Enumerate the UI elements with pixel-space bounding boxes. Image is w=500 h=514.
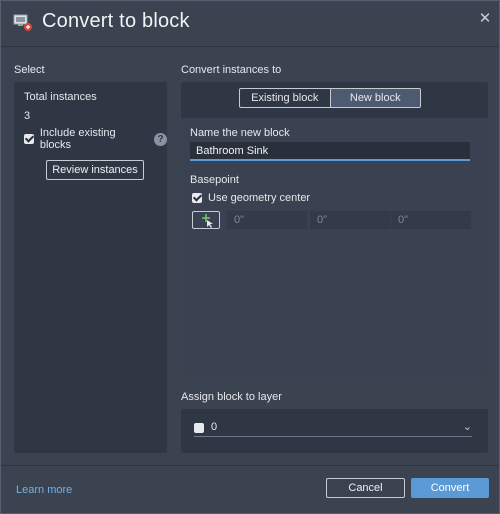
convert-button[interactable]: Convert — [411, 478, 489, 498]
new-block-settings: Name the new block Bathroom Sink Basepoi… — [181, 118, 488, 374]
convert-panel: Existing block New block Name the new bl… — [181, 82, 488, 374]
select-panel: Total instances 3 Include existing block… — [14, 82, 167, 453]
chevron-down-icon: ⌄ — [462, 421, 472, 433]
convert-block-icon — [13, 14, 33, 32]
use-geometry-center-label: Use geometry center — [208, 192, 311, 204]
layer-section-label: Assign block to layer — [181, 391, 282, 403]
basepoint-z-field[interactable]: 0" — [391, 211, 471, 229]
convert-to-block-dialog: Convert to block ✕ Select Convert instan… — [0, 0, 500, 514]
pick-point-button[interactable] — [192, 211, 220, 229]
include-existing-checkbox[interactable] — [24, 134, 34, 144]
include-existing-label: Include existing blocks — [39, 127, 116, 151]
footer-divider — [1, 465, 499, 466]
block-type-segmented-control: Existing block New block — [239, 88, 421, 108]
total-instances-value: 3 — [24, 110, 31, 122]
pick-point-icon — [193, 214, 219, 231]
basepoint-label: Basepoint — [190, 174, 239, 186]
tab-existing-block[interactable]: Existing block — [239, 88, 331, 108]
total-instances-label: Total instances — [24, 91, 97, 103]
learn-more-link[interactable]: Learn more — [16, 484, 72, 496]
basepoint-y-field[interactable]: 0" — [310, 211, 390, 229]
tab-new-block[interactable]: New block — [330, 88, 421, 108]
convert-section-label: Convert instances to — [181, 64, 282, 76]
basepoint-x-field[interactable]: 0" — [227, 211, 307, 229]
title-bar: Convert to block ✕ — [1, 1, 499, 45]
include-existing-row: Include existing blocks ? — [24, 127, 167, 151]
help-icon[interactable]: ? — [154, 132, 167, 146]
block-name-label: Name the new block — [190, 127, 290, 139]
layer-value: 0 — [211, 421, 218, 433]
layer-panel: 0 ⌄ — [181, 409, 488, 453]
review-instances-button[interactable]: Review instances — [46, 160, 144, 180]
select-section-label: Select — [14, 64, 45, 76]
block-name-input[interactable]: Bathroom Sink — [190, 142, 470, 161]
cancel-button[interactable]: Cancel — [326, 478, 405, 498]
dialog-title: Convert to block — [42, 10, 190, 32]
use-geometry-center-checkbox[interactable] — [192, 193, 202, 203]
layer-dropdown[interactable]: 0 ⌄ — [194, 420, 472, 437]
layer-color-swatch — [194, 423, 204, 433]
title-divider — [1, 46, 499, 47]
use-geometry-center-row: Use geometry center — [192, 192, 310, 204]
close-icon[interactable]: ✕ — [478, 11, 492, 26]
